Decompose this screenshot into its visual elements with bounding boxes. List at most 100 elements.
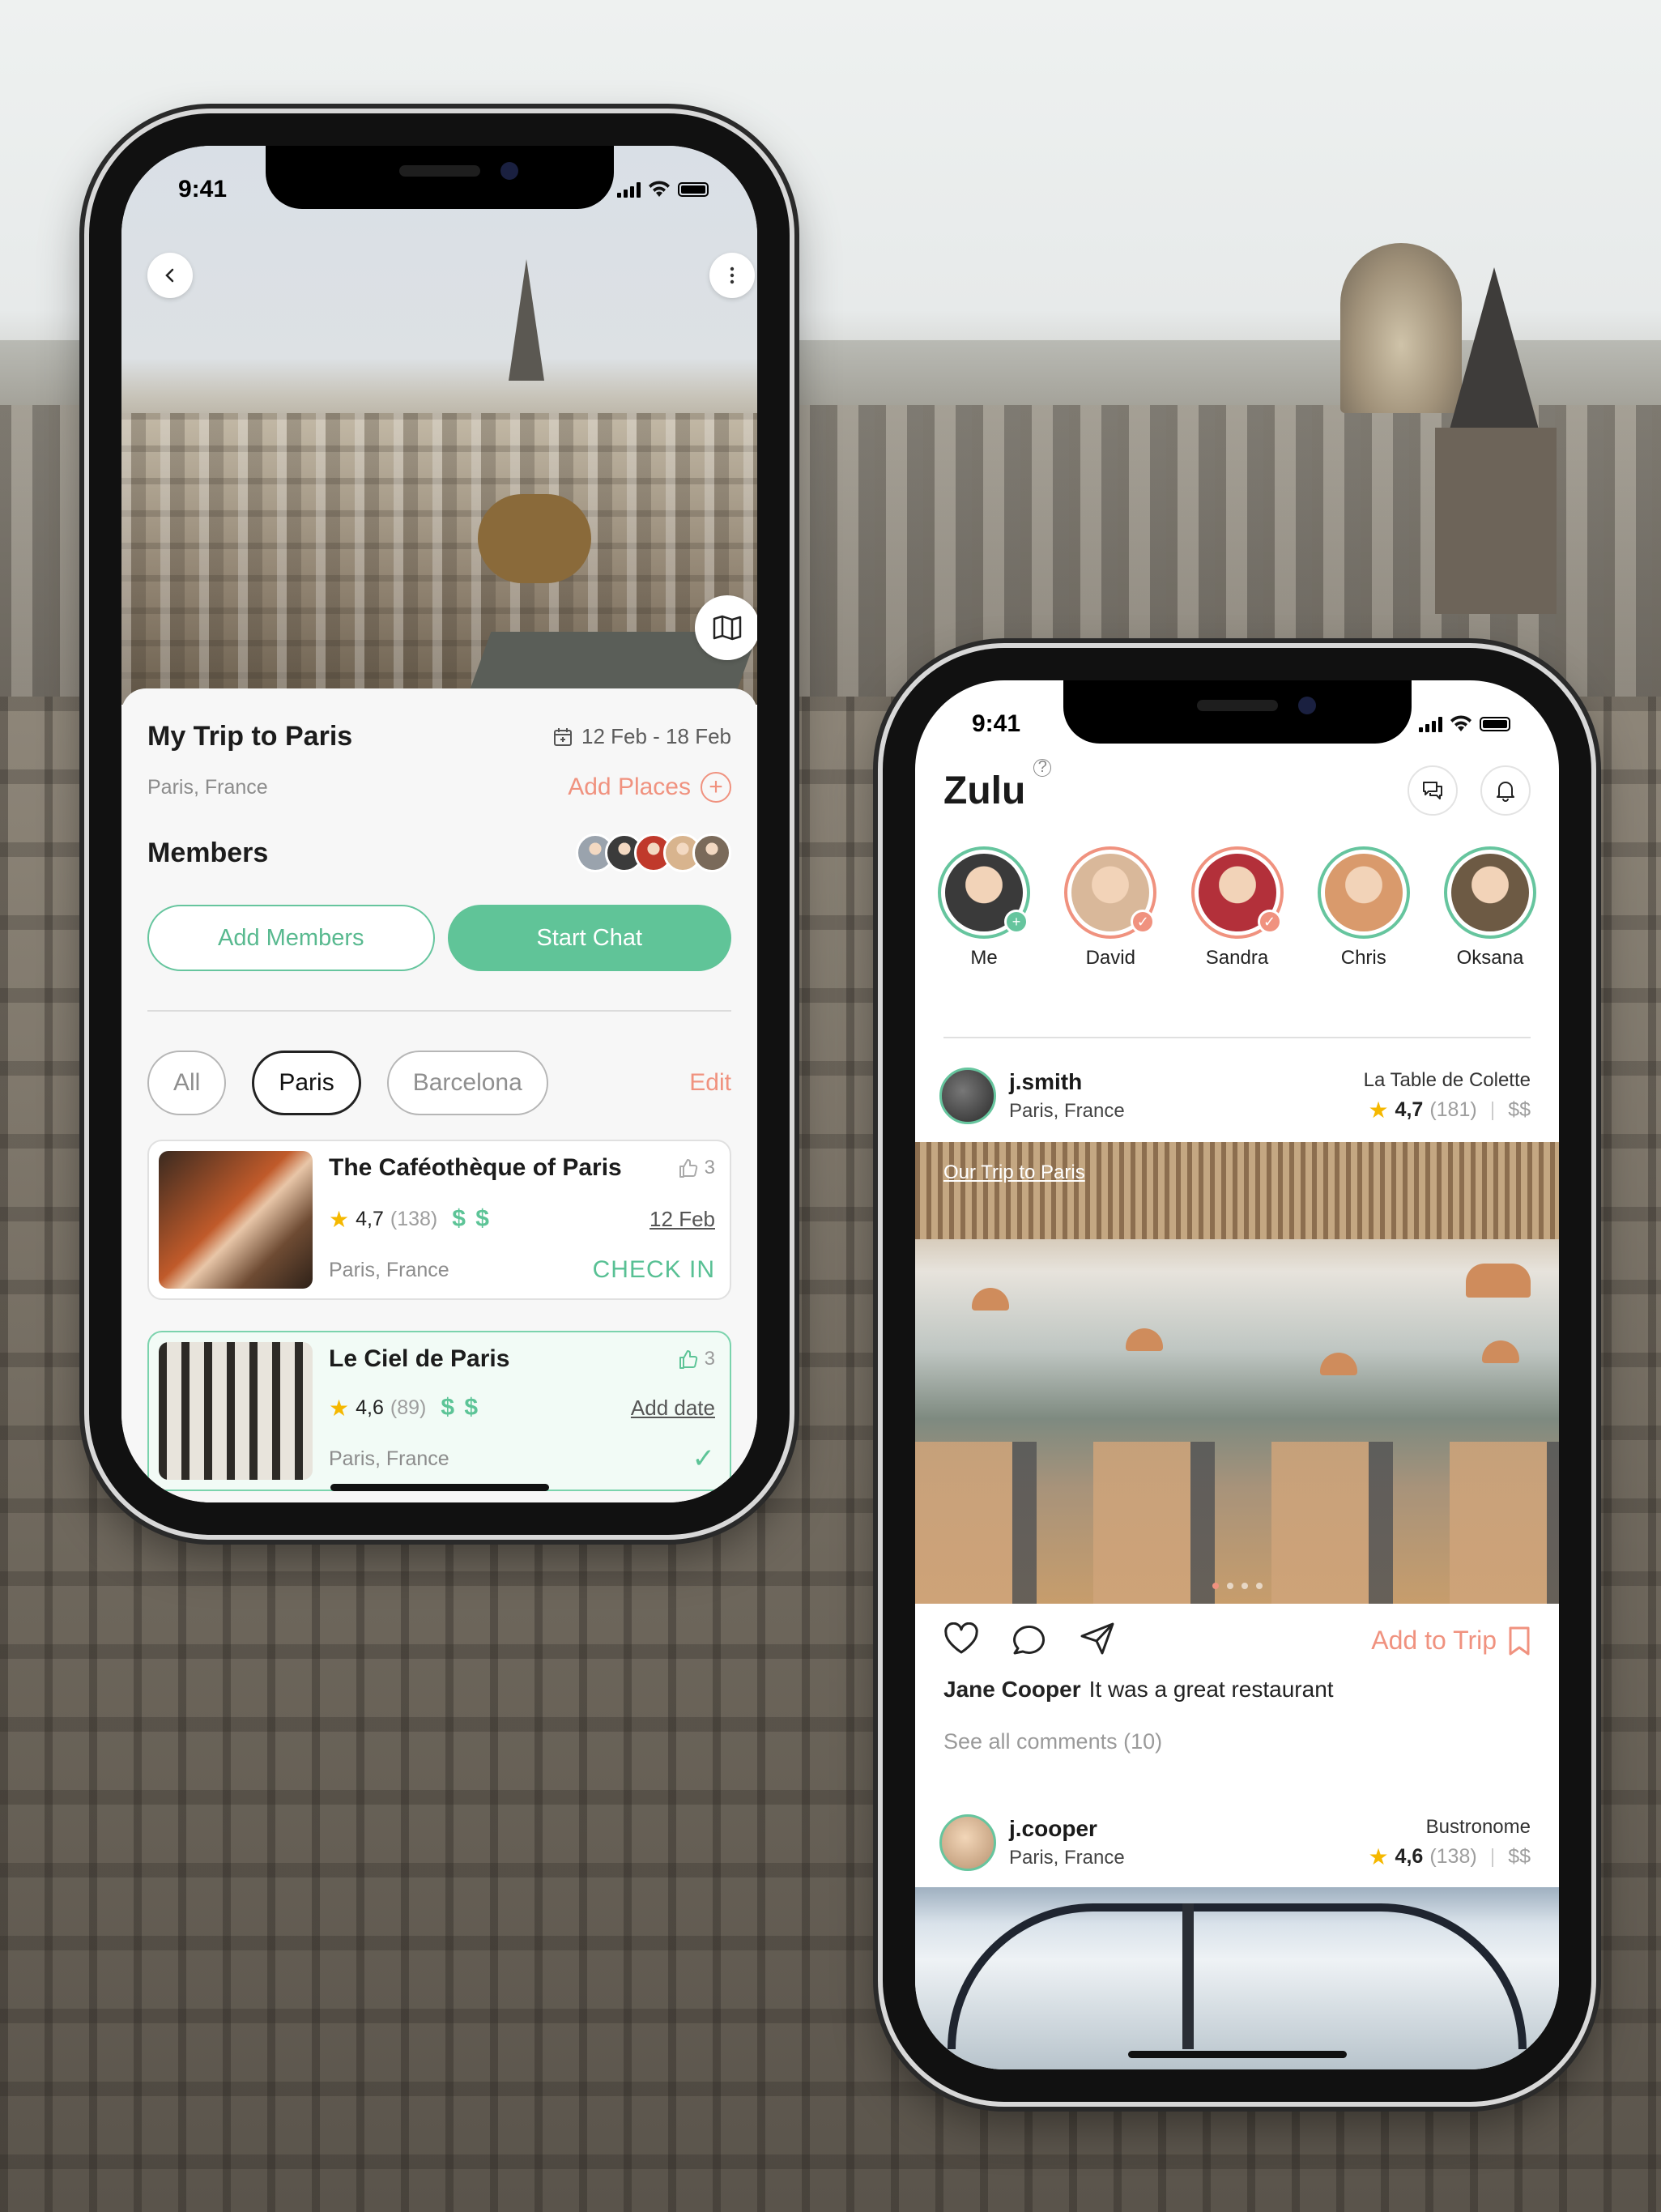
comment-button[interactable] <box>1012 1622 1047 1660</box>
trip-tag-link[interactable]: Our Trip to Paris <box>943 1161 1085 1184</box>
member-stories: + Me ✓ David ✓ Sandra Chris Oksana <box>938 846 1536 970</box>
add-to-trip-button[interactable]: Add to Trip <box>1371 1626 1531 1656</box>
post-photo-restaurant[interactable]: Our Trip to Paris <box>915 1142 1559 1604</box>
avatar[interactable] <box>939 1068 996 1124</box>
plus-circle-icon: + <box>701 772 731 803</box>
post-header: j.smith Paris, France La Table de Colett… <box>939 1068 1531 1124</box>
post-location: Paris, France <box>1009 1847 1125 1869</box>
place-location: Paris, France <box>329 1258 449 1281</box>
add-date-link[interactable]: Add date <box>631 1396 715 1421</box>
messages-button[interactable] <box>1408 765 1458 816</box>
comment-icon <box>1013 1626 1046 1655</box>
trip-card: My Trip to Paris 12 Feb - 18 Feb Paris, … <box>121 688 757 1502</box>
trip-screen: 9:41 My Trip to Paris 12 Feb - 18 Feb Pa… <box>121 146 757 1502</box>
place-rating: ★ 4,7 (138) $ $ <box>329 1205 491 1233</box>
visit-date-link[interactable]: 12 Feb <box>649 1207 715 1232</box>
review-count: (138) <box>1429 1844 1477 1868</box>
thumbs-up-icon <box>679 1159 697 1178</box>
check-badge-icon: ✓ <box>1131 910 1156 934</box>
price-level: $ $ <box>441 1394 480 1421</box>
signal-icon <box>1419 716 1442 732</box>
story-name: David <box>1085 947 1135 969</box>
paris-hero-image <box>121 146 757 705</box>
post-username[interactable]: j.smith <box>1009 1069 1125 1095</box>
checkmark-icon[interactable]: ✓ <box>692 1443 716 1475</box>
like-button[interactable] <box>943 1622 979 1659</box>
chat-icon <box>1423 782 1442 799</box>
filter-chip-paris[interactable]: Paris <box>252 1051 361 1115</box>
avatar[interactable] <box>939 1814 996 1871</box>
bg-tower <box>1435 428 1557 614</box>
home-indicator <box>330 1484 549 1491</box>
bookmark-icon <box>1509 1626 1530 1655</box>
status-bar: 9:41 <box>121 146 757 219</box>
check-badge-icon: ✓ <box>1257 910 1282 934</box>
add-to-trip-label: Add to Trip <box>1371 1626 1497 1655</box>
status-time: 9:41 <box>178 176 228 202</box>
feed-screen: 9:41 Zulu ? + Me ✓ David ✓ Sandra Chris Oks <box>915 680 1559 2069</box>
place-location: Paris, France <box>329 1447 449 1470</box>
avatar: ✓ <box>1064 846 1157 939</box>
avatar: ✓ <box>1190 846 1284 939</box>
members-title: Members <box>147 837 269 868</box>
venue-name[interactable]: Bustronome <box>1368 1816 1531 1839</box>
check-in-button[interactable]: CHECK IN <box>593 1256 715 1284</box>
price-level: $$ <box>1508 1097 1531 1121</box>
help-icon[interactable]: ? <box>1033 758 1052 777</box>
calendar-icon <box>554 727 572 746</box>
back-button[interactable] <box>147 253 193 298</box>
price-level: $$ <box>1508 1844 1531 1868</box>
member-avatar <box>692 833 731 872</box>
like-button[interactable]: 3 <box>677 1348 715 1370</box>
filter-chip-all[interactable]: All <box>147 1051 227 1115</box>
add-members-button[interactable]: Add Members <box>147 905 435 971</box>
story-me[interactable]: + Me <box>938 846 1030 970</box>
carousel-dots <box>1212 1583 1263 1589</box>
story-david[interactable]: ✓ David <box>1064 846 1157 970</box>
caption-author[interactable]: Jane Cooper <box>943 1677 1081 1702</box>
share-button[interactable] <box>1080 1622 1115 1660</box>
price-level: $ $ <box>452 1205 491 1232</box>
place-photo <box>159 1342 313 1480</box>
like-count: 3 <box>704 1157 715 1178</box>
post-header: j.cooper Paris, France Bustronome ★ 4,6 … <box>939 1814 1531 1871</box>
bell-icon <box>1497 782 1514 802</box>
place-card[interactable]: The Caféothèque of Paris 3 ★ 4,7 (138) $… <box>147 1140 731 1300</box>
notifications-button[interactable] <box>1480 765 1531 816</box>
phone-social-feed: 9:41 Zulu ? + Me ✓ David ✓ Sandra Chris Oks <box>883 648 1591 2102</box>
avatar: + <box>938 846 1030 939</box>
story-oksana[interactable]: Oksana <box>1444 846 1536 970</box>
edit-button[interactable]: Edit <box>689 1069 731 1097</box>
place-rating: ★ 4,6 (89) $ $ <box>329 1394 479 1421</box>
member-avatars[interactable] <box>576 833 731 872</box>
avatar <box>1317 846 1410 939</box>
like-button[interactable]: 3 <box>677 1157 715 1179</box>
add-badge-icon: + <box>1004 910 1029 934</box>
trip-title: My Trip to Paris <box>147 721 353 752</box>
post-username[interactable]: j.cooper <box>1009 1816 1125 1842</box>
battery-icon <box>1480 717 1510 731</box>
heart-icon <box>944 1622 978 1654</box>
eiffel-tower <box>509 259 544 381</box>
post-caption: Jane Cooper It was a great restaurant <box>943 1677 1334 1703</box>
place-card[interactable]: Le Ciel de Paris 3 ★ 4,6 (89) $ $ Add da… <box>147 1331 731 1491</box>
story-sandra[interactable]: ✓ Sandra <box>1190 846 1284 970</box>
avatar <box>1444 846 1536 939</box>
more-options-button[interactable] <box>709 253 755 298</box>
status-time: 9:41 <box>972 710 1021 737</box>
venue-name[interactable]: La Table de Colette <box>1364 1069 1531 1092</box>
wifi-icon <box>649 181 670 197</box>
filter-chip-barcelona[interactable]: Barcelona <box>386 1051 548 1115</box>
star-icon: ★ <box>1368 1843 1389 1869</box>
add-places-button[interactable]: Add Places + <box>568 772 731 803</box>
map-button[interactable] <box>695 595 757 660</box>
post-photo-bus[interactable] <box>915 1887 1559 2069</box>
trip-location: Paris, France <box>147 775 268 799</box>
story-chris[interactable]: Chris <box>1317 846 1410 970</box>
see-comments-link[interactable]: See all comments (10) <box>943 1729 1162 1754</box>
place-name: The Caféothèque of Paris <box>329 1154 622 1181</box>
trip-filter-chips: All Paris Barcelona Edit <box>147 1051 731 1115</box>
send-icon <box>1080 1622 1114 1655</box>
phone-trip-details: 9:41 My Trip to Paris 12 Feb - 18 Feb Pa… <box>89 113 790 1535</box>
start-chat-button[interactable]: Start Chat <box>447 905 731 971</box>
